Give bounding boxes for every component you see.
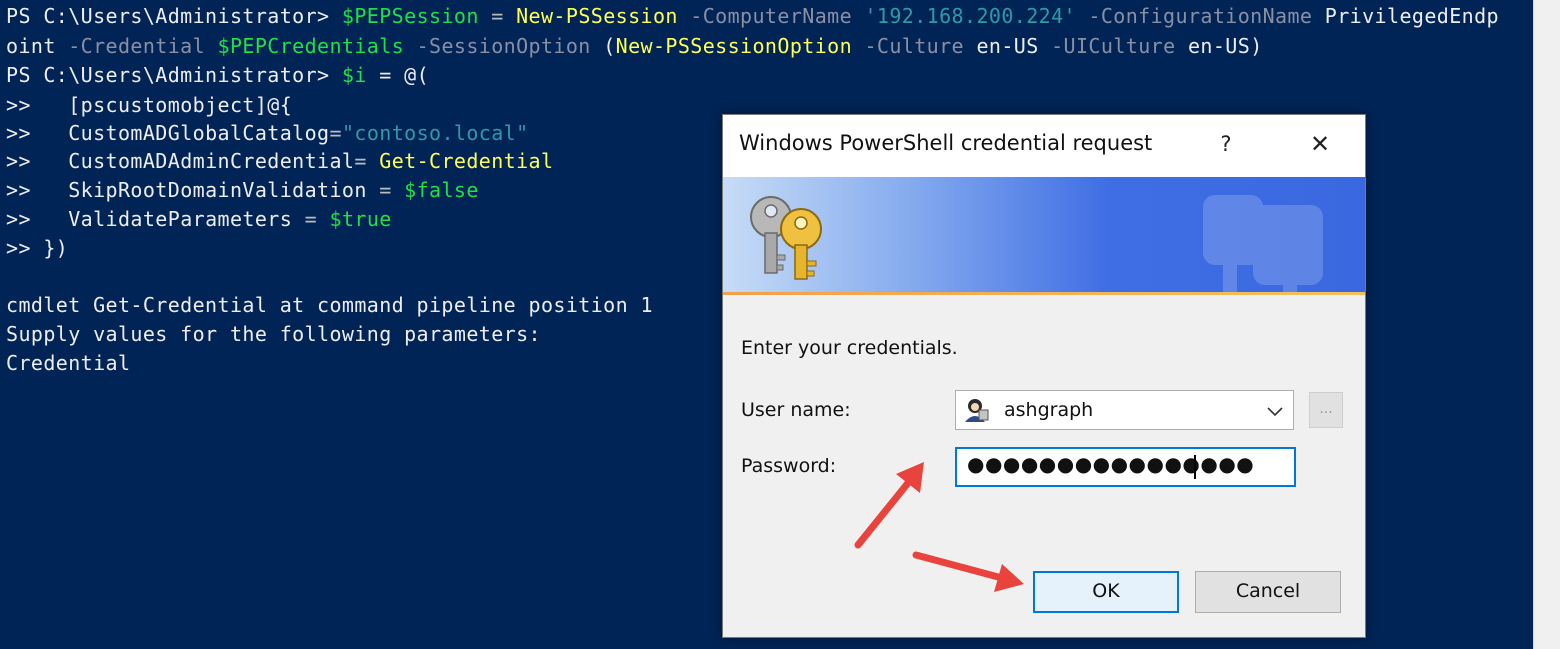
credential-dialog: Windows PowerShell credential request ? …: [722, 114, 1366, 638]
console-parameter: -SessionOption: [404, 34, 604, 58]
console-parameter: -Culture: [852, 34, 977, 58]
user-avatar-icon: [965, 399, 989, 422]
continuation-prompt: >>: [6, 93, 69, 117]
console-cmdlet: New-PSSession: [516, 4, 678, 28]
console-text: cmdlet Get-Credential at command pipelin…: [6, 293, 653, 317]
console-variable: $false: [404, 178, 479, 202]
console-scrollbar[interactable]: [1533, 0, 1560, 649]
chevron-down-icon[interactable]: [1263, 399, 1287, 423]
console-paren: (: [603, 34, 616, 58]
console-variable: $i: [341, 63, 367, 87]
username-value: ashgraph: [1004, 399, 1094, 421]
console-operator: =: [366, 178, 405, 202]
close-button[interactable]: ✕: [1303, 127, 1337, 161]
console-parameter: -Credential: [55, 34, 218, 58]
console-operator: =: [354, 149, 380, 173]
continuation-prompt: >>: [6, 149, 69, 173]
console-variable: $true: [329, 207, 392, 231]
console-argument: en-US: [1187, 34, 1251, 58]
console-operator: =: [292, 207, 330, 231]
dialog-title: Windows PowerShell credential request: [739, 131, 1153, 155]
username-combobox[interactable]: ashgraph: [955, 390, 1294, 430]
console-line: >> ValidateParameters = $true: [6, 204, 392, 234]
continuation-prompt: >>: [6, 207, 69, 231]
console-paren: ): [1250, 34, 1263, 58]
console-parameter: -ConfigurationName: [1075, 4, 1325, 28]
console-argument: en-US: [976, 34, 1039, 58]
console-line: oint -Credential $PEPCredentials -Sessio…: [6, 31, 1263, 61]
console-property: ValidateParameters: [68, 207, 293, 231]
console-property: SkipRootDomainValidation: [68, 178, 367, 202]
dialog-titlebar[interactable]: Windows PowerShell credential request ? …: [723, 115, 1365, 177]
console-line: cmdlet Get-Credential at command pipelin…: [6, 290, 653, 320]
continuation-prompt: >>: [6, 178, 69, 202]
console-string: '192.168.200.224': [864, 4, 1076, 28]
console-variable: $PEPSession: [341, 4, 479, 28]
console-property: CustomADGlobalCatalog: [68, 121, 330, 145]
console-cmdlet: Get-Credential: [379, 149, 554, 173]
console-argument: oint: [6, 34, 56, 58]
dialog-prompt: Enter your credentials.: [741, 337, 958, 359]
browse-button[interactable]: ...: [1309, 392, 1343, 428]
text-caret: [1194, 455, 1196, 479]
console-prompt: PS C:\Users\Administrator>: [6, 63, 342, 87]
console-text: >> }): [6, 236, 69, 260]
console-line: >> SkipRootDomainValidation = $false: [6, 175, 479, 205]
console-text: = @(: [366, 63, 430, 87]
console-string: "contoso.local": [341, 121, 529, 145]
password-field[interactable]: ●●●●●●●●●●●●●●●●: [955, 447, 1296, 487]
username-label: User name:: [741, 399, 851, 421]
console-line: Credential: [6, 348, 130, 378]
console-text: Supply values for the following paramete…: [6, 322, 541, 346]
console-text: [pscustomobject]@{: [68, 93, 293, 117]
console-line: >> }): [6, 233, 68, 263]
banner-stripe: [723, 292, 1365, 295]
console-text: Credential: [6, 351, 131, 375]
password-value: ●●●●●●●●●●●●●●●●: [967, 452, 1255, 476]
console-line: PS C:\Users\Administrator> $PEPSession =…: [6, 1, 1499, 31]
console-argument: PrivilegedEndp: [1324, 4, 1499, 28]
console-line: Supply values for the following paramete…: [6, 319, 541, 349]
console-parameter: -UICulture: [1038, 34, 1188, 58]
console-cmdlet: New-PSSessionOption: [615, 34, 853, 58]
console-operator: =: [329, 121, 342, 145]
console-parameter: -ComputerName: [677, 4, 865, 28]
cancel-button[interactable]: Cancel: [1195, 571, 1341, 613]
console-line: >> CustomADAdminCredential= Get-Credenti…: [6, 146, 553, 176]
console-line: >> CustomADGlobalCatalog="contoso.local": [6, 118, 529, 148]
help-button[interactable]: ?: [1211, 127, 1241, 161]
console-operator: =: [478, 4, 517, 28]
keys-icon: [750, 196, 822, 280]
password-label: Password:: [741, 455, 837, 477]
console-line: >> [pscustomobject]@{: [6, 90, 292, 120]
dialog-banner: [723, 177, 1365, 295]
ok-button[interactable]: OK: [1033, 571, 1179, 613]
continuation-prompt: >>: [6, 121, 69, 145]
console-line: PS C:\Users\Administrator> $i = @(: [6, 60, 429, 90]
keys-watermark-icon: [1203, 195, 1323, 295]
console-prompt: PS C:\Users\Administrator>: [6, 4, 342, 28]
console-property: CustomADAdminCredential: [68, 149, 355, 173]
console-variable: $PEPCredentials: [217, 34, 405, 58]
